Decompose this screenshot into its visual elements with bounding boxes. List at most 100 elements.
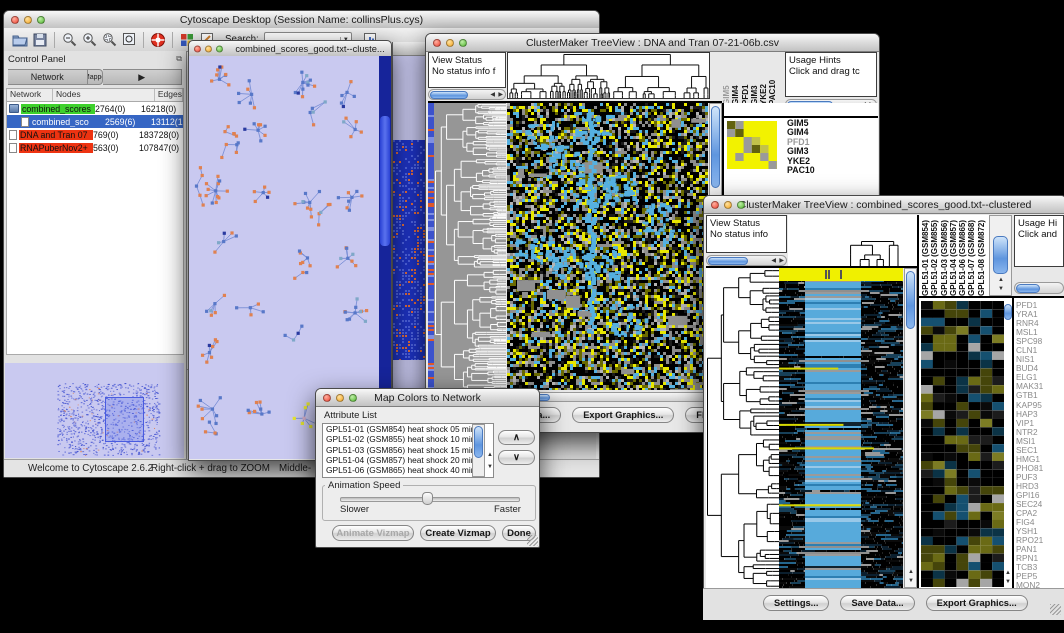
column-label[interactable]: GPL51-01 (GSM854) [921,215,930,296]
treeview1-titlebar[interactable]: ClusterMaker TreeView : DNA and Tran 07-… [426,34,879,52]
dialog-titlebar[interactable]: Map Colors to Network [316,389,539,407]
column-label[interactable]: GIM3 [750,52,759,105]
network-list-row[interactable]: DNA and Tran 07 769(0) 183728(0) [7,128,183,141]
tv2-button[interactable]: Save Data... [840,595,914,611]
attribute-list-vscrollbar[interactable] [472,424,485,477]
minimize-icon[interactable] [24,16,32,24]
tv2-global-vscrollbar[interactable]: ▲ ▼ [904,268,917,588]
minimize-icon[interactable] [724,201,732,209]
control-panel-tab[interactable]: Network [8,69,88,85]
animation-speed-label: Animation Speed [325,480,403,491]
scroll-down-icon[interactable]: ▼ [487,464,493,470]
create-vizmap-button[interactable]: Create Vizmap [420,525,496,541]
zoom-in-icon[interactable] [79,31,99,49]
control-panel-tab[interactable]: ▶ [103,69,183,85]
network-list-row[interactable]: RNAPuberNov2+ 563(0) 107847(0) [7,141,183,154]
save-icon[interactable] [30,31,50,49]
network-list-row[interactable]: combined_scores 2764(0) 16218(0) [7,102,183,115]
tv1-button[interactable]: Export Graphics... [572,407,674,423]
move-down-button[interactable]: ∨ [498,450,535,465]
treeview2-titlebar[interactable]: ClusterMaker TreeView : combined_scores_… [704,196,1064,214]
column-header[interactable]: Nodes [53,89,155,101]
zoom-window-icon[interactable] [737,201,745,209]
scroll-right-icon[interactable]: ▶ [779,258,784,264]
slider-thumb[interactable] [422,492,433,505]
scroll-up-icon[interactable]: ▲ [908,569,914,575]
zoom-window-icon[interactable] [37,16,45,24]
resize-grip[interactable] [527,535,538,546]
help-lifesaver-icon[interactable] [148,31,168,49]
open-file-icon[interactable] [10,31,30,49]
control-panel-tab[interactable]: VizMapper™ [88,69,103,85]
tv2-button[interactable]: Settings... [763,595,829,611]
tv2-status-hscrollbar[interactable]: ◀ ▶ [706,255,787,266]
scroll-right-icon[interactable]: ▶ [498,92,503,98]
column-label[interactable]: GPL51-07 (GSM868) [967,215,976,296]
scroll-up-icon[interactable]: ▲ [487,452,493,458]
close-icon[interactable] [711,201,719,209]
column-header[interactable]: Edges [155,89,183,101]
attribute-list-item[interactable]: GPL51-03 (GSM856) heat shock 15 min [326,445,493,455]
scroll-down-icon[interactable]: ▼ [998,286,1004,292]
tv2-column-dendrogram[interactable] [845,240,903,266]
zoom-out-icon[interactable] [59,31,79,49]
column-label[interactable]: GPL51-02 (GSM855) [930,215,939,296]
zoom-window-icon[interactable] [459,39,467,47]
column-label[interactable]: GIM5 [722,52,731,105]
attribute-list-item[interactable]: GPL51-07 (GSM868) heat shock 60 min [326,475,493,478]
network-list-row[interactable]: combined_sco 2569(6) 13112(15) [7,115,183,128]
resize-grip[interactable] [1050,604,1061,615]
attribute-list[interactable]: GPL51-01 (GSM854) heat shock 05 minGPL51… [322,423,494,478]
network-nodes-count: 769(0) [93,130,139,140]
birdseye-view-canvas[interactable] [5,363,184,458]
scroll-left-icon[interactable]: ◀ [771,258,776,264]
column-header[interactable]: Network [7,89,53,101]
scroll-down-icon[interactable]: ▼ [908,578,914,584]
column-label[interactable]: GIM4 [731,52,740,105]
close-icon[interactable] [433,39,441,47]
network-list-empty-area [6,154,184,355]
zoom-window-icon[interactable] [216,45,223,52]
column-label[interactable]: GPL51-08 (GSM872) [977,215,986,296]
animate-vizmap-button[interactable]: Animate Vizmap [332,525,414,541]
tv2-labels-vscrollbar[interactable]: ▲ ▼ [989,215,1012,296]
tv2-zoom-heatmap[interactable] [921,301,1004,587]
tv1-column-dendrogram[interactable] [507,52,710,99]
scroll-up-icon[interactable]: ▲ [1005,570,1011,576]
adjacency-network-canvas[interactable] [393,140,425,360]
scroll-left-icon[interactable]: ◀ [490,92,495,98]
tv1-status-hscrollbar[interactable]: ◀ ▶ [428,89,506,100]
main-titlebar[interactable]: Cytoscape Desktop (Session Name: collins… [4,11,599,29]
minimize-icon[interactable] [446,39,454,47]
network-edges-count: 183728(0) [139,130,183,140]
close-icon[interactable] [194,45,201,52]
row-label[interactable]: PAC10 [787,166,815,175]
tv2-button[interactable]: Export Graphics... [926,595,1028,611]
minimize-icon[interactable] [336,394,344,402]
column-label[interactable]: GPL51-04 (GSM857) [949,215,958,296]
close-icon[interactable] [11,16,19,24]
close-icon[interactable] [323,394,331,402]
float-panel-icon[interactable]: ⧉ [176,54,182,64]
attribute-list-item[interactable]: GPL51-02 (GSM855) heat shock 10 min [326,434,493,444]
tv1-row-dendrogram[interactable] [434,103,506,390]
tv1-mini-heatmap[interactable] [727,121,777,169]
zoom-selected-icon[interactable] [99,31,119,49]
column-label[interactable]: GPL51-03 (GSM856) [940,215,949,296]
tv2-global-heatmap[interactable] [779,268,903,588]
column-label[interactable]: PAC10 [768,52,777,105]
treeview2-title: ClusterMaker TreeView : combined_scores_… [739,199,1032,211]
column-label[interactable]: PFD1 [741,52,750,105]
zoom-fit-icon[interactable] [119,31,139,49]
scroll-down-icon[interactable]: ▼ [1005,579,1011,585]
attribute-list-item[interactable]: GPL51-06 (GSM865) heat shock 40 min [326,465,493,475]
tv2-usage-hscrollbar[interactable] [1014,282,1064,294]
scroll-up-icon[interactable]: ▲ [998,277,1004,283]
minimize-icon[interactable] [205,45,212,52]
attribute-list-item[interactable]: GPL51-01 (GSM854) heat shock 05 min [326,424,493,434]
tv2-row-dendrogram[interactable] [706,268,779,588]
tv1-heatmap-canvas[interactable] [507,103,708,390]
move-up-button[interactable]: ∧ [498,430,535,445]
zoom-window-icon[interactable] [349,394,357,402]
attribute-list-item[interactable]: GPL51-04 (GSM857) heat shock 20 min [326,455,493,465]
